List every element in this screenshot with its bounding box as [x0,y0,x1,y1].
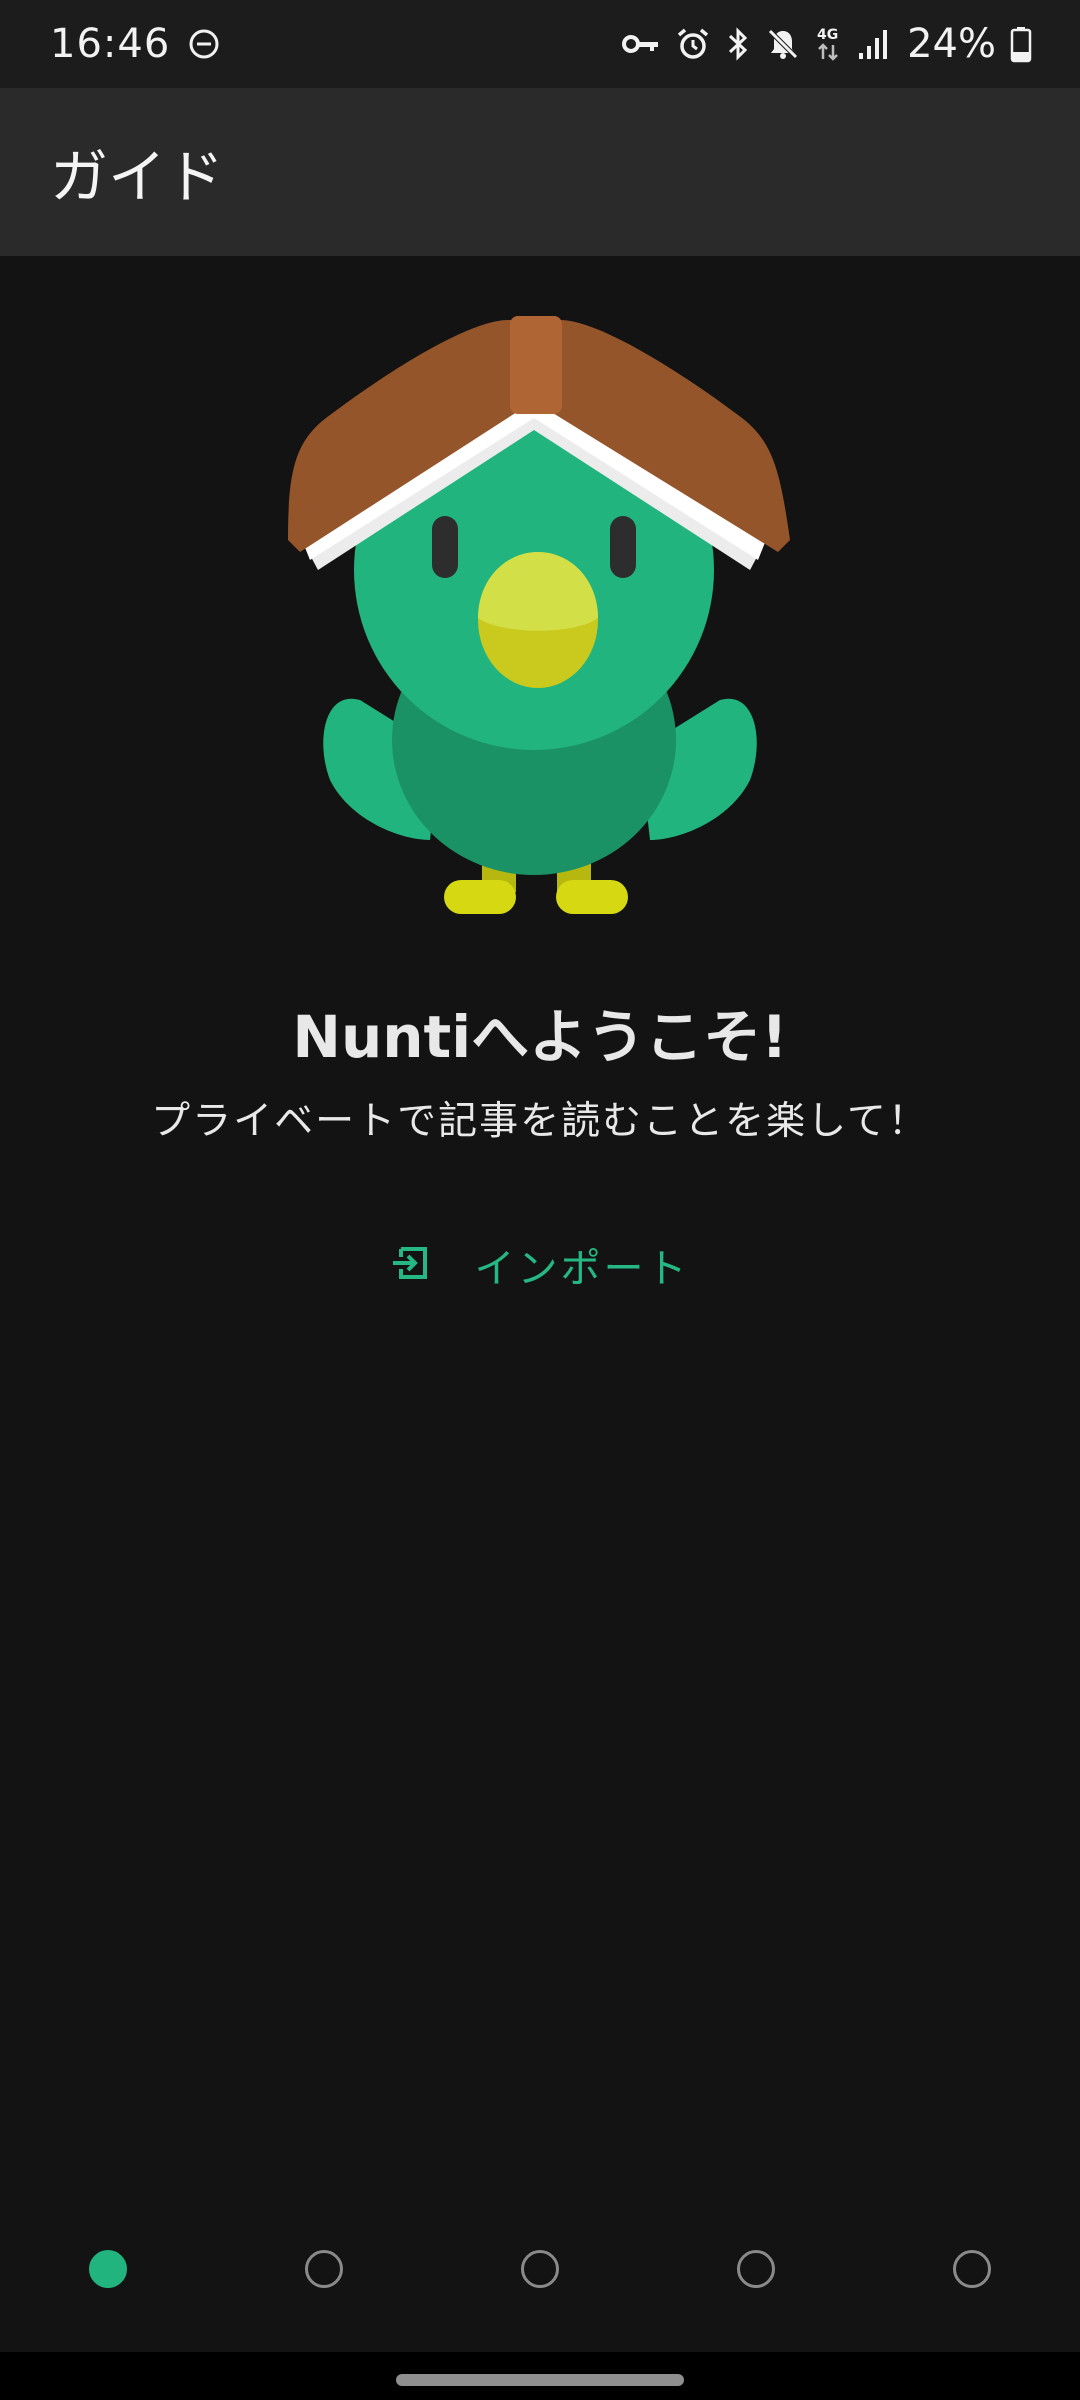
dnd-icon [188,28,220,60]
page-indicator [0,2250,1080,2290]
alarm-icon [675,26,711,62]
navigation-bar [0,2352,1080,2400]
page-dot-1[interactable] [89,2250,127,2288]
page-dot-3[interactable] [521,2250,559,2288]
network-4g-icon: 4G [815,25,843,63]
page-dot-2[interactable] [305,2250,343,2288]
welcome-subtitle: プライベートで記事を読むことを楽して！ [151,1099,929,1144]
mute-icon [765,26,801,62]
status-right: 4G 24% [621,21,1032,67]
page-title: ガイド [50,143,225,211]
battery-icon [1010,25,1032,63]
page-dot-4[interactable] [737,2250,775,2288]
home-gesture-handle[interactable] [396,2374,684,2386]
import-button[interactable]: インポート [370,1230,710,1300]
svg-text:4G: 4G [817,27,838,43]
parrot-book-illustration [270,300,810,940]
status-bar: 16:46 4G 24% [0,0,1080,88]
import-label: インポート [474,1246,690,1292]
signal-icon [857,27,889,61]
bluetooth-icon [725,26,751,62]
app-bar: ガイド [0,88,1080,256]
import-icon [391,1243,431,1287]
page-dot-5[interactable] [953,2250,991,2288]
battery-percent: 24% [907,21,996,67]
vpn-key-icon [621,30,661,58]
status-left: 16:46 [50,21,220,67]
status-time: 16:46 [50,21,171,67]
welcome-title: Nuntiへようこそ! [292,1003,788,1071]
